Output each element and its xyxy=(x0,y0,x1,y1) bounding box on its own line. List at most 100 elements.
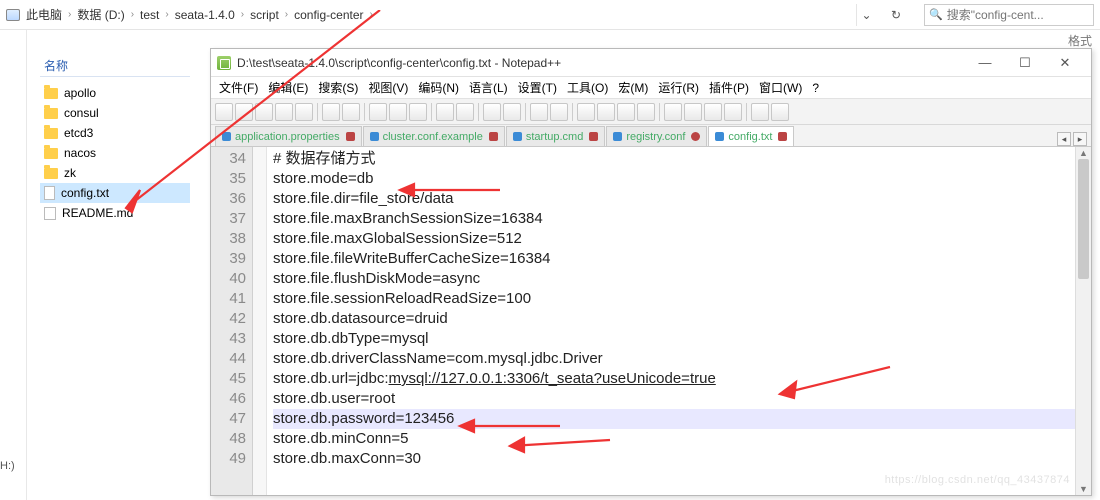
toolbar-button[interactable] xyxy=(704,103,722,121)
code-line[interactable]: store.db.user=root xyxy=(273,389,1075,409)
tab-scroll-left[interactable]: ◂ xyxy=(1057,132,1071,146)
panel-divider[interactable] xyxy=(26,30,27,500)
toolbar-button[interactable] xyxy=(771,103,789,121)
toolbar-button[interactable] xyxy=(724,103,742,121)
menu-item[interactable]: 文件(F) xyxy=(219,79,258,96)
list-item[interactable]: config.txt xyxy=(40,183,190,203)
fold-strip[interactable] xyxy=(253,147,267,495)
toolbar-button[interactable] xyxy=(275,103,293,121)
code-content[interactable]: # 数据存储方式store.mode=dbstore.file.dir=file… xyxy=(267,147,1075,495)
document-tab[interactable]: registry.conf xyxy=(606,126,707,146)
scroll-down-icon[interactable]: ▼ xyxy=(1076,483,1091,495)
code-line[interactable]: store.file.dir=file_store/data xyxy=(273,189,1075,209)
toolbar-button[interactable] xyxy=(389,103,407,121)
breadcrumb-seg[interactable]: test xyxy=(140,8,159,22)
tab-scroll-right[interactable]: ▸ xyxy=(1073,132,1087,146)
code-line[interactable]: store.db.datasource=druid xyxy=(273,309,1075,329)
document-tab[interactable]: cluster.conf.example xyxy=(363,126,505,146)
explorer-search-box[interactable]: 🔍 xyxy=(924,4,1094,26)
toolbar-button[interactable] xyxy=(577,103,595,121)
list-item[interactable]: apollo xyxy=(40,83,190,103)
toolbar-button[interactable] xyxy=(503,103,521,121)
code-line[interactable]: # 数据存储方式 xyxy=(273,149,1075,169)
menu-item[interactable]: 编码(N) xyxy=(418,79,459,96)
breadcrumb-seg[interactable]: 此电脑 xyxy=(26,6,62,23)
toolbar-button[interactable] xyxy=(369,103,387,121)
code-line[interactable]: store.file.fileWriteBufferCacheSize=1638… xyxy=(273,249,1075,269)
breadcrumb-seg[interactable]: script xyxy=(250,8,279,22)
menu-item[interactable]: 工具(O) xyxy=(567,79,608,96)
toolbar-button[interactable] xyxy=(295,103,313,121)
toolbar-button[interactable] xyxy=(637,103,655,121)
close-tab-icon[interactable] xyxy=(691,132,700,141)
document-tab[interactable]: config.txt xyxy=(708,126,794,146)
code-line[interactable]: store.db.dbType=mysql xyxy=(273,329,1075,349)
toolbar-button[interactable] xyxy=(483,103,501,121)
toolbar-button[interactable] xyxy=(617,103,635,121)
breadcrumb-seg[interactable]: seata-1.4.0 xyxy=(175,8,235,22)
toolbar-button[interactable] xyxy=(664,103,682,121)
toolbar-button[interactable] xyxy=(530,103,548,121)
editor-area[interactable]: 34353637383940414243444546474849 # 数据存储方… xyxy=(211,147,1091,495)
code-line[interactable]: store.db.url=jdbc:mysql://127.0.0.1:3306… xyxy=(273,369,1075,389)
menu-item[interactable]: 视图(V) xyxy=(368,79,408,96)
toolbar-button[interactable] xyxy=(550,103,568,121)
close-tab-icon[interactable] xyxy=(589,132,598,141)
close-tab-icon[interactable] xyxy=(778,132,787,141)
breadcrumb-seg[interactable]: 数据 (D:) xyxy=(77,6,124,23)
menu-item[interactable]: 插件(P) xyxy=(709,79,749,96)
document-tab[interactable]: application.properties xyxy=(215,126,362,146)
column-header-name[interactable]: 名称 xyxy=(40,55,190,77)
code-line[interactable]: store.mode=db xyxy=(273,169,1075,189)
history-dropdown-button[interactable]: ⌄ xyxy=(856,4,876,26)
code-line[interactable]: store.db.driverClassName=com.mysql.jdbc.… xyxy=(273,349,1075,369)
minimize-button[interactable]: — xyxy=(965,49,1005,77)
close-tab-icon[interactable] xyxy=(489,132,498,141)
close-button[interactable]: ✕ xyxy=(1045,49,1085,77)
toolbar-button[interactable] xyxy=(342,103,360,121)
toolbar-button[interactable] xyxy=(409,103,427,121)
search-input[interactable] xyxy=(947,8,1089,22)
toolbar-button[interactable] xyxy=(684,103,702,121)
menu-item[interactable]: 语言(L) xyxy=(469,79,508,96)
close-tab-icon[interactable] xyxy=(346,132,355,141)
toolbar-button[interactable] xyxy=(215,103,233,121)
list-item[interactable]: consul xyxy=(40,103,190,123)
refresh-button[interactable]: ↻ xyxy=(882,8,910,22)
scroll-up-icon[interactable]: ▲ xyxy=(1076,147,1091,159)
document-tab[interactable]: startup.cmd xyxy=(506,126,605,146)
list-item[interactable]: nacos xyxy=(40,143,190,163)
menu-item[interactable]: 设置(T) xyxy=(518,79,557,96)
toolbar-separator xyxy=(364,103,365,121)
toolbar-button[interactable] xyxy=(751,103,769,121)
menu-item[interactable]: ? xyxy=(812,81,819,95)
toolbar-button[interactable] xyxy=(235,103,253,121)
list-item[interactable]: README.md xyxy=(40,203,190,223)
list-item[interactable]: zk xyxy=(40,163,190,183)
toolbar-button[interactable] xyxy=(456,103,474,121)
code-line[interactable]: store.file.flushDiskMode=async xyxy=(273,269,1075,289)
menu-item[interactable]: 运行(R) xyxy=(658,79,699,96)
toolbar-button[interactable] xyxy=(322,103,340,121)
scrollbar-thumb[interactable] xyxy=(1078,159,1089,279)
toolbar-button[interactable] xyxy=(597,103,615,121)
save-indicator-icon xyxy=(715,132,724,141)
code-line[interactable]: store.file.maxGlobalSessionSize=512 xyxy=(273,229,1075,249)
markdown-file-icon xyxy=(44,207,56,220)
menu-item[interactable]: 编辑(E) xyxy=(268,79,308,96)
breadcrumb-seg[interactable]: config-center xyxy=(294,8,363,22)
vertical-scrollbar[interactable]: ▲ ▼ xyxy=(1075,147,1091,495)
code-line[interactable]: store.file.sessionReloadReadSize=100 xyxy=(273,289,1075,309)
maximize-button[interactable]: ☐ xyxy=(1005,49,1045,77)
window-titlebar[interactable]: D:\test\seata-1.4.0\script\config-center… xyxy=(211,49,1091,77)
menu-item[interactable]: 窗口(W) xyxy=(759,79,802,96)
code-line[interactable]: store.db.password=123456 xyxy=(273,409,1075,429)
code-line[interactable]: store.db.maxConn=30 xyxy=(273,449,1075,469)
toolbar-button[interactable] xyxy=(436,103,454,121)
list-item[interactable]: etcd3 xyxy=(40,123,190,143)
code-line[interactable]: store.file.maxBranchSessionSize=16384 xyxy=(273,209,1075,229)
menu-item[interactable]: 宏(M) xyxy=(618,79,648,96)
code-line[interactable]: store.db.minConn=5 xyxy=(273,429,1075,449)
menu-item[interactable]: 搜索(S) xyxy=(318,79,358,96)
toolbar-button[interactable] xyxy=(255,103,273,121)
